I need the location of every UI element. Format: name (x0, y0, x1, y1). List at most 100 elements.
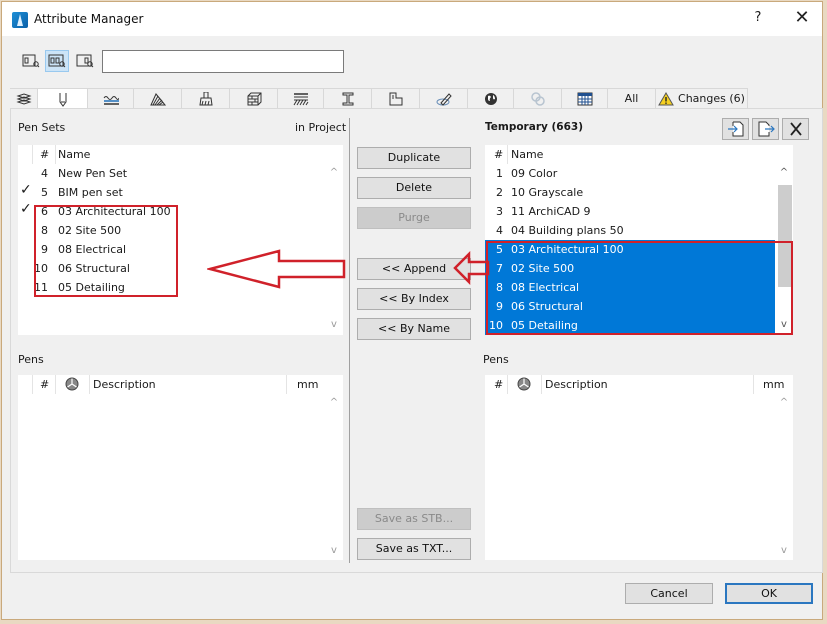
pen-set-row[interactable]: ✓ 5 BIM pen set (18, 182, 324, 202)
pen-set-row[interactable]: 5 03 Architectural 100 (485, 240, 775, 259)
checkmark-icon: ✓ (20, 182, 32, 198)
pen-set-row[interactable]: 4 New Pen Set (18, 164, 324, 183)
archicad-app-icon (12, 12, 28, 28)
tab-fills[interactable] (134, 88, 182, 108)
pen-set-name: 05 Detailing (58, 281, 125, 294)
surfaces-icon (198, 91, 213, 105)
tab-zones[interactable] (372, 88, 420, 108)
save-as-txt-button[interactable]: Save as TXT... (357, 538, 471, 560)
purge-button[interactable]: Purge (357, 207, 471, 229)
pen-set-number: 1 (496, 167, 503, 180)
list-header: # Name (18, 145, 326, 164)
scroll-down-arrow[interactable]: v (327, 319, 341, 330)
tab-line-types[interactable] (88, 88, 134, 108)
column-header-number[interactable]: # (40, 148, 49, 161)
list-header: # Name (485, 145, 775, 164)
fills-icon (149, 92, 166, 105)
temporary-pens-list[interactable]: # Description mm ^ v (485, 375, 793, 560)
pen-set-name: New Pen Set (58, 167, 128, 180)
pens-column-description[interactable]: Description (545, 378, 608, 391)
building-materials-icon (247, 92, 261, 105)
delete-button[interactable]: Delete (357, 177, 471, 199)
tab-surfaces[interactable] (182, 88, 230, 108)
tab-building-materials[interactable] (230, 88, 278, 108)
open-file-button[interactable] (722, 118, 749, 140)
pen-set-row[interactable]: 7 02 Site 500 (485, 259, 775, 278)
markup-styles-icon (436, 92, 452, 106)
view-temporary-button[interactable] (73, 50, 97, 72)
pen-set-name: 08 Electrical (58, 243, 127, 256)
pen-set-row[interactable]: 2 10 Grayscale (485, 183, 775, 202)
pens-column-description[interactable]: Description (93, 378, 156, 391)
layers-icon (15, 92, 32, 105)
pen-set-row[interactable]: 9 06 Structural (485, 297, 775, 316)
pen-set-row[interactable]: 8 08 Electrical (485, 278, 775, 297)
close-icon (789, 122, 802, 136)
pens-column-mm[interactable]: mm (763, 378, 784, 391)
pen-set-number: 5 (41, 186, 48, 199)
checkmark-icon: ✓ (20, 201, 32, 217)
by-index-button[interactable]: << By Index (357, 288, 471, 310)
view-project-button[interactable] (19, 50, 43, 72)
duplicate-button[interactable]: Duplicate (357, 147, 471, 169)
close-file-button[interactable] (782, 118, 809, 140)
help-button[interactable]: ? (750, 10, 766, 28)
save-as-stb-button[interactable]: Save as STB... (357, 508, 471, 530)
tab-all[interactable]: All (608, 88, 656, 108)
pens-column-color[interactable] (517, 377, 531, 394)
export-file-button[interactable] (752, 118, 779, 140)
column-header-name[interactable]: Name (58, 148, 90, 161)
pen-set-row[interactable]: 10 05 Detailing (485, 316, 775, 335)
scroll-up-arrow[interactable]: ^ (327, 397, 341, 408)
pens-column-number[interactable]: # (494, 378, 503, 391)
tab-pen-sets[interactable] (38, 88, 88, 110)
column-header-name[interactable]: Name (511, 148, 543, 161)
tab-profiles[interactable] (324, 88, 372, 108)
temporary-title: Temporary (663) (485, 121, 584, 133)
pen-set-row[interactable]: 1 09 Color (485, 164, 775, 183)
search-input[interactable] (102, 50, 344, 73)
pen-set-row[interactable]: 4 04 Building plans 50 (485, 221, 775, 240)
temporary-view-icon (76, 54, 94, 68)
scroll-up-arrow[interactable]: ^ (777, 397, 791, 408)
pen-set-number: 9 (496, 300, 503, 313)
pens-column-color[interactable] (65, 377, 79, 394)
column-header-number[interactable]: # (494, 148, 503, 161)
pens-column-mm[interactable]: mm (297, 378, 318, 391)
pen-set-name: 03 Architectural 100 (511, 243, 624, 256)
tab-location[interactable] (468, 88, 514, 108)
scroll-up-arrow[interactable]: ^ (777, 167, 791, 178)
pen-set-name: 08 Electrical (511, 281, 580, 294)
tab-composites[interactable] (278, 88, 324, 108)
temporary-pen-sets-list[interactable]: # Name 1 09 Color 2 10 Grayscale 3 11 ArchiCA… (485, 145, 793, 335)
view-both-button[interactable] (45, 50, 69, 72)
pen-set-name: 05 Detailing (511, 319, 578, 332)
scroll-down-arrow[interactable]: v (777, 545, 791, 556)
tab-mep-systems[interactable] (514, 88, 562, 108)
tab-operation-profiles[interactable] (562, 88, 608, 108)
pen-set-row[interactable]: 3 11 ArchiCAD 9 (485, 202, 775, 221)
import-file-icon (727, 121, 743, 137)
project-pen-sets-list[interactable]: # Name 4 New Pen Set ✓ 5 BIM pen set ✓ 6 03 Arc… (18, 145, 343, 335)
pen-set-row[interactable]: 8 02 Site 500 (18, 221, 324, 240)
line-types-icon (103, 95, 119, 105)
pen-set-row[interactable]: ✓ 6 03 Architectural 100 (18, 201, 324, 221)
pen-set-row[interactable]: 9 08 Electrical (18, 240, 324, 259)
scroll-up-arrow[interactable]: ^ (327, 167, 341, 178)
tab-layers[interactable] (10, 88, 38, 108)
by-name-button[interactable]: << By Name (357, 318, 471, 340)
tab-changes[interactable]: Changes (6) (656, 88, 748, 108)
pen-set-row[interactable]: 10 06 Structural (18, 259, 324, 278)
scroll-down-arrow[interactable]: v (327, 545, 341, 556)
project-pens-list[interactable]: # Description mm ^ v (18, 375, 343, 560)
ok-button[interactable]: OK (725, 583, 813, 604)
pen-set-row[interactable]: 11 05 Detailing (18, 278, 324, 297)
tab-markup-styles[interactable] (420, 88, 468, 108)
warning-icon (658, 91, 674, 105)
scrollbar-thumb[interactable] (778, 185, 792, 287)
append-button[interactable]: << Append (357, 258, 471, 280)
cancel-button[interactable]: Cancel (625, 583, 713, 604)
pens-column-number[interactable]: # (40, 378, 49, 391)
scroll-down-arrow[interactable]: v (777, 319, 791, 330)
close-button[interactable]: ✕ (792, 8, 812, 28)
